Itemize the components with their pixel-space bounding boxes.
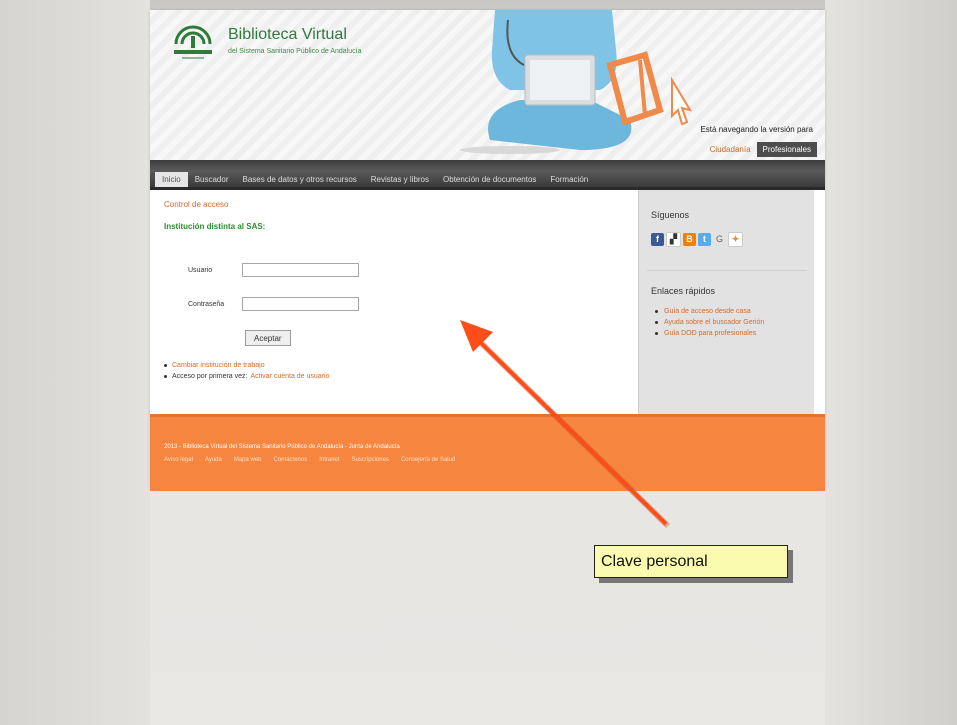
password-label: Contraseña: [188, 301, 225, 308]
username-label: Usuario: [188, 267, 213, 274]
quick-link-gerion-help[interactable]: Ayuda sobre el buscador Gerión: [664, 318, 764, 327]
nav-item-buscador[interactable]: Buscador: [188, 172, 236, 187]
page-title: Control de acceso: [164, 200, 229, 209]
quick-links-title: Enlaces rápidos: [651, 286, 716, 296]
callout-text: Clave personal: [601, 553, 708, 570]
brand-title[interactable]: Biblioteca Virtual: [228, 26, 347, 44]
social-icons: f ▞ B t G ✦: [651, 232, 745, 247]
website-page: Biblioteca Virtual del Sistema Sanitario…: [150, 10, 825, 491]
nav-item-revistas-libros[interactable]: Revistas y libros: [364, 172, 436, 187]
junta-andalucia-logo-icon[interactable]: [172, 24, 214, 64]
first-access-label: Acceso por primera vez:: [172, 373, 248, 380]
username-input[interactable]: [242, 263, 359, 277]
bullet-icon: [164, 375, 167, 378]
background-left-shade: [0, 0, 150, 725]
list-item: Acceso por primera vez: Activar cuenta d…: [164, 371, 329, 382]
bullet-icon: [164, 364, 167, 367]
hero-nurse-laptop-image: [460, 10, 693, 154]
delicious-icon[interactable]: ▞: [666, 232, 681, 247]
bullet-icon: [655, 321, 658, 324]
main-navigation: Inicio Buscador Bases de datos y otros r…: [150, 160, 825, 190]
version-browsing-text: Está navegando la versión para: [700, 125, 813, 134]
list-item: Cambiar institución de trabajo: [164, 360, 329, 371]
footer-copyright: 2013 - Biblioteca Virtual del Sistema Sa…: [164, 444, 400, 450]
background-right-shade: [825, 0, 957, 725]
bullet-icon: [655, 332, 658, 335]
sidebar-divider: [647, 270, 807, 271]
twitter-icon[interactable]: t: [698, 233, 711, 246]
footer-link-legal[interactable]: Aviso legal: [164, 457, 193, 463]
quick-link-home-access-guide[interactable]: Guía de acceso desde casa: [664, 307, 751, 316]
list-item: Guía DOD para profesionales: [655, 329, 805, 338]
nav-item-formacion[interactable]: Formación: [543, 172, 595, 187]
blogger-icon[interactable]: B: [683, 233, 696, 246]
google-icon[interactable]: G: [713, 233, 726, 246]
quick-link-dod-guide[interactable]: Guía DOD para profesionales: [664, 329, 756, 338]
nav-item-obtencion-documentos[interactable]: Obtención de documentos: [436, 172, 543, 187]
brand-subtitle: del Sistema Sanitario Público de Andaluc…: [228, 48, 362, 55]
footer-link-sitemap[interactable]: Mapa web: [234, 457, 262, 463]
footer-links: Aviso legal Ayuda Mapa web Contáctenos I…: [164, 457, 467, 463]
rss-icon[interactable]: ✦: [728, 232, 743, 247]
quick-links-list: Guía de acceso desde casa Ayuda sobre el…: [655, 307, 805, 340]
version-professionals-link[interactable]: Profesionales: [756, 142, 817, 157]
list-item: Guía de acceso desde casa: [655, 307, 805, 316]
list-item: Ayuda sobre el buscador Gerión: [655, 318, 805, 327]
bullet-icon: [655, 310, 658, 313]
footer-link-contact[interactable]: Contáctenos: [274, 457, 308, 463]
change-institution-link[interactable]: Cambiar institución de trabajo: [172, 362, 265, 369]
footer-link-intranet[interactable]: Intranet: [319, 457, 339, 463]
login-links: Cambiar institución de trabajo Acceso po…: [164, 360, 329, 382]
follow-us-title: Síguenos: [651, 210, 690, 220]
footer-link-health-ministry[interactable]: Consejería de Salud: [401, 457, 455, 463]
activate-account-link[interactable]: Activar cuenta de usuario: [250, 373, 329, 380]
facebook-icon[interactable]: f: [651, 233, 664, 246]
nav-item-bases-de-datos[interactable]: Bases de datos y otros recursos: [235, 172, 363, 187]
password-input[interactable]: [242, 297, 359, 311]
version-citizens-link[interactable]: Ciudadanía: [704, 142, 757, 157]
footer-link-subscriptions[interactable]: Suscripciones: [352, 457, 389, 463]
site-footer: 2013 - Biblioteca Virtual del Sistema Sa…: [150, 414, 825, 491]
accept-button[interactable]: Aceptar: [245, 330, 291, 346]
sidebar: Síguenos f ▞ B t G ✦ Enlaces rápidos Guí…: [638, 190, 814, 414]
login-panel: Control de acceso Institución distinta a…: [150, 190, 638, 414]
institution-heading: Institución distinta al SAS:: [164, 222, 266, 231]
footer-link-help[interactable]: Ayuda: [205, 457, 222, 463]
nav-item-inicio[interactable]: Inicio: [155, 172, 188, 187]
site-header: Biblioteca Virtual del Sistema Sanitario…: [150, 10, 825, 160]
annotation-callout: Clave personal: [594, 545, 788, 578]
version-switch: Ciudadanía Profesionales: [704, 142, 817, 157]
